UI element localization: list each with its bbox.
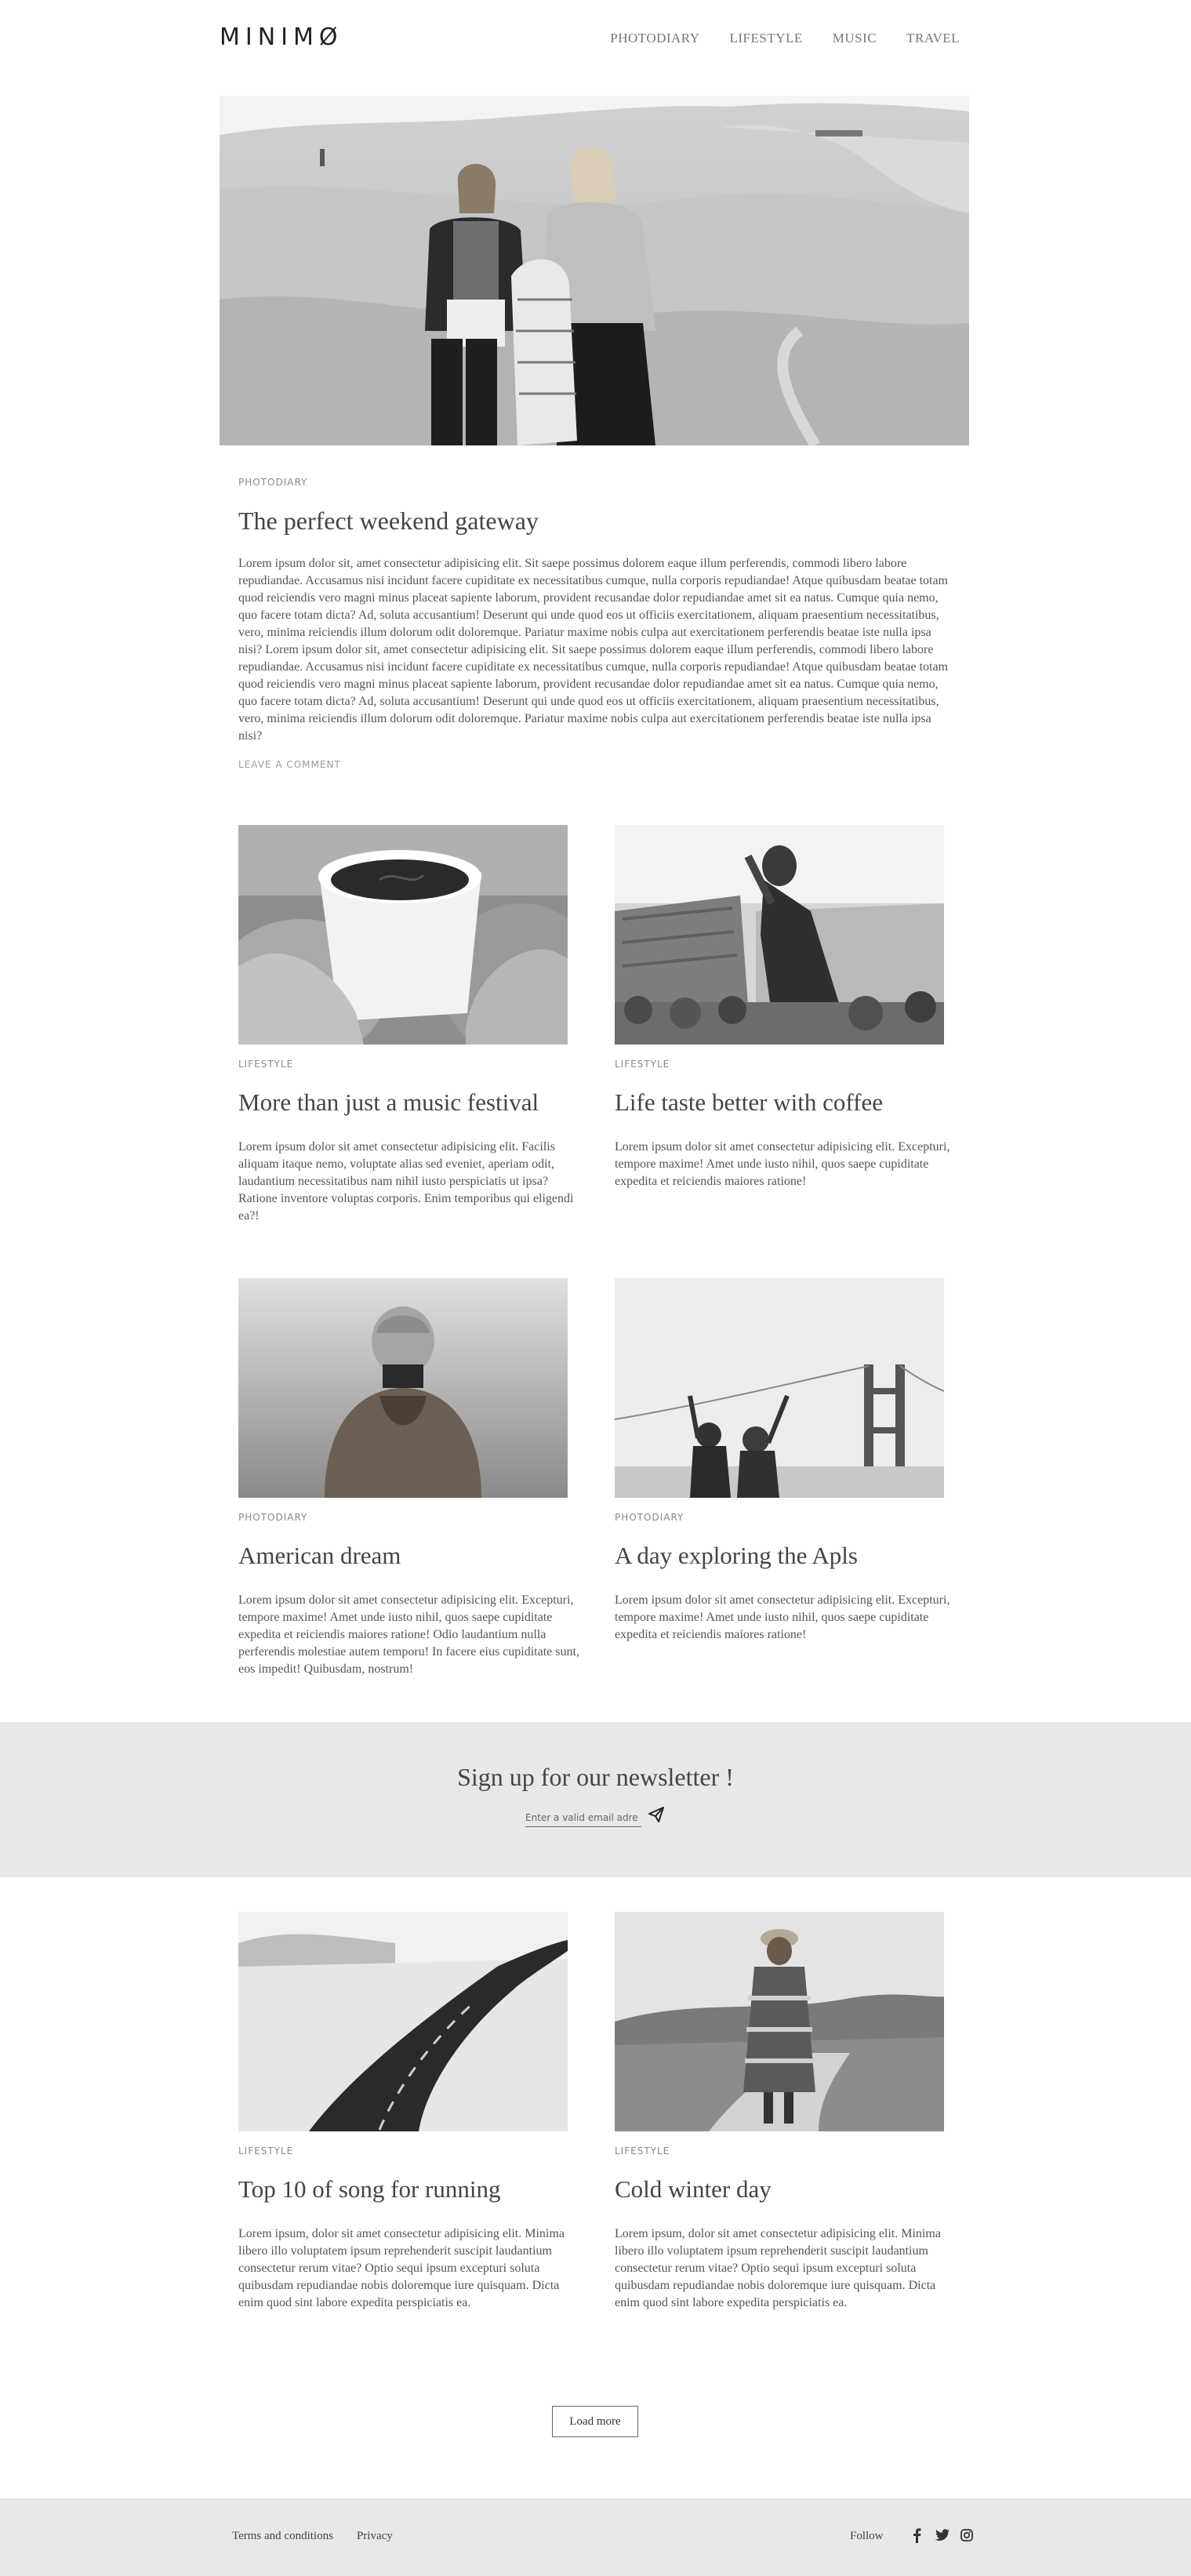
main-nav: PHOTODIARY LIFESTYLE MUSIC TRAVEL [610, 31, 960, 46]
post-category[interactable]: LIFESTYLE [615, 1059, 670, 1070]
post-card: LIFESTYLE Top 10 of song for running Lor… [238, 1912, 568, 2309]
twitter-icon[interactable] [935, 2527, 950, 2544]
footer-link-privacy[interactable]: Privacy [357, 2530, 393, 2543]
site-logo[interactable]: MINIMØ [220, 24, 343, 51]
nav-link-music[interactable]: MUSIC [833, 31, 877, 46]
newsletter-heading: Sign up for our newsletter ! [457, 1763, 734, 1791]
post-title[interactable]: More than just a music festival [238, 1088, 539, 1117]
subscribe-button[interactable] [646, 1805, 666, 1826]
site-header: MINIMØ PHOTODIARY LIFESTYLE MUSIC TRAVEL [220, 24, 969, 55]
social-links [910, 2527, 974, 2544]
hero-image[interactable] [220, 96, 969, 445]
post-excerpt: Lorem ipsum, dolor sit amet consectetur … [238, 2227, 565, 2309]
post-category[interactable]: LIFESTYLE [615, 2145, 670, 2156]
instagram-icon[interactable] [960, 2527, 974, 2544]
post-title[interactable]: Cold winter day [615, 2175, 772, 2204]
paper-plane-icon [648, 1806, 664, 1822]
post-thumbnail-road[interactable] [238, 1912, 568, 2131]
post-category[interactable]: PHOTODIARY [238, 477, 307, 488]
post-title[interactable]: Top 10 of song for running [238, 2175, 501, 2204]
post-excerpt: Lorem ipsum dolor sit, amet consectetur … [238, 557, 949, 743]
load-more-button[interactable]: Load more [552, 2406, 638, 2437]
post-excerpt: Lorem ipsum dolor sit amet consectetur a… [238, 1593, 579, 1676]
post-category[interactable]: LIFESTYLE [238, 2145, 293, 2156]
leave-comment-link[interactable]: LEAVE A COMMENT [238, 759, 341, 770]
post-excerpt: Lorem ipsum dolor sit amet consectetur a… [615, 1593, 950, 1641]
post-thumbnail-winter[interactable] [615, 1912, 944, 2131]
post-excerpt: Lorem ipsum, dolor sit amet consectetur … [615, 2227, 941, 2309]
post-card: LIFESTYLE Cold winter day Lorem ipsum, d… [615, 1912, 944, 2309]
post-card: PHOTODIARY A day exploring the Apls Lore… [615, 1278, 950, 1641]
nav-link-photodiary[interactable]: PHOTODIARY [610, 31, 699, 46]
follow-label: Follow [850, 2530, 884, 2542]
site-footer: Terms and conditions Privacy Follow [0, 2498, 1191, 2576]
post-title[interactable]: A day exploring the Apls [615, 1542, 858, 1570]
nav-link-travel[interactable]: TRAVEL [906, 31, 960, 46]
nav-link-lifestyle[interactable]: LIFESTYLE [730, 31, 803, 46]
facebook-icon[interactable] [910, 2527, 924, 2544]
footer-link-terms[interactable]: Terms and conditions [232, 2530, 333, 2543]
newsletter-section: Sign up for our newsletter ! [0, 1722, 1191, 1877]
email-input[interactable] [525, 1808, 641, 1827]
post-thumbnail-hiker[interactable] [238, 1278, 568, 1498]
post-card: PHOTODIARY American dream Lorem ipsum do… [238, 1278, 579, 1676]
newsletter-form [525, 1805, 666, 1829]
post-title[interactable]: The perfect weekend gateway [238, 507, 539, 536]
post-excerpt: Lorem ipsum dolor sit amet consectetur a… [615, 1140, 950, 1188]
post-excerpt: Lorem ipsum dolor sit amet consectetur a… [238, 1140, 574, 1223]
post-category[interactable]: PHOTODIARY [238, 1512, 307, 1523]
post-card: LIFESTYLE Life taste better with coffee … [615, 825, 950, 1188]
post-title[interactable]: American dream [238, 1542, 401, 1570]
post-thumbnail-bridge[interactable] [615, 1278, 944, 1498]
footer-links: Terms and conditions Privacy [232, 2530, 393, 2543]
post-category[interactable]: LIFESTYLE [238, 1059, 293, 1070]
post-thumbnail-coffee[interactable] [238, 825, 568, 1045]
post-title[interactable]: Life taste better with coffee [615, 1088, 883, 1117]
post-category[interactable]: PHOTODIARY [615, 1512, 684, 1523]
post-thumbnail-festival[interactable] [615, 825, 944, 1045]
post-card: LIFESTYLE More than just a music festiva… [238, 825, 573, 1223]
